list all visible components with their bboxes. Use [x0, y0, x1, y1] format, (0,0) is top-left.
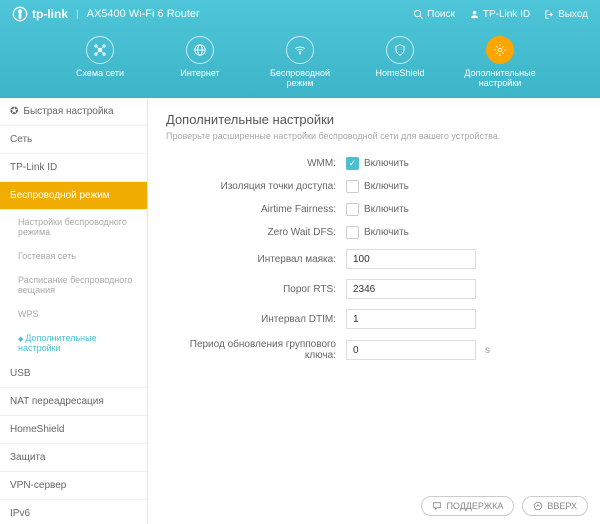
brand-logo: tp-link [12, 6, 68, 22]
nav-homeshield[interactable]: HomeShield [364, 36, 436, 88]
support-button[interactable]: ПОДДЕРЖКА [421, 496, 514, 516]
nav-internet[interactable]: Интернет [164, 36, 236, 88]
sidebar-ipv6[interactable]: IPv6 [0, 500, 147, 524]
nav-label: Схема сети [76, 68, 124, 78]
wifi-icon [286, 36, 314, 64]
sidebar-vpn[interactable]: VPN-сервер [0, 472, 147, 500]
tplink-logo-icon [12, 6, 28, 22]
tplink-id-label: TP-Link ID [483, 9, 530, 20]
group-key-input[interactable] [346, 340, 476, 360]
sidebar-additional-settings[interactable]: Дополнительные настройки [0, 326, 147, 360]
sidebar-nat[interactable]: NAT переадресация [0, 388, 147, 416]
dtim-interval-label: Интервал DTIM: [166, 314, 346, 325]
tplink-id-link[interactable]: TP-Link ID [469, 9, 530, 20]
shield-icon [386, 36, 414, 64]
user-icon [469, 9, 480, 20]
zero-wait-dfs-checkbox[interactable] [346, 226, 359, 239]
nav-wireless[interactable]: Беспроводной режим [264, 36, 336, 88]
search-icon [413, 9, 424, 20]
rts-threshold-input[interactable] [346, 279, 476, 299]
zero-wait-dfs-label: Zero Wait DFS: [166, 227, 346, 238]
logout-icon [544, 9, 555, 20]
enable-label: Включить [364, 227, 409, 238]
logout-link[interactable]: Выход [544, 9, 588, 20]
beacon-interval-input[interactable] [346, 249, 476, 269]
sidebar-tplink-id[interactable]: TP-Link ID [0, 154, 147, 182]
globe-icon [186, 36, 214, 64]
nav-advanced[interactable]: Дополнительные настройки [464, 36, 536, 88]
sidebar-security[interactable]: Защита [0, 444, 147, 472]
main-content: Дополнительные настройки Проверьте расши… [148, 98, 600, 524]
logout-label: Выход [558, 9, 588, 20]
nav-label: Дополнительные настройки [464, 68, 536, 88]
sidebar-guest-network[interactable]: Гостевая сеть [0, 244, 147, 268]
wmm-checkbox[interactable] [346, 157, 359, 170]
top-button[interactable]: ВВЕРХ [522, 496, 588, 516]
sidebar-quick-setup[interactable]: ✪Быстрая настройка [0, 98, 147, 126]
sidebar-wireless[interactable]: Беспроводной режим [0, 182, 147, 210]
sidebar-wireless-settings[interactable]: Настройки беспроводного режима [0, 210, 147, 244]
sidebar-wireless-schedule[interactable]: Расписание беспроводного вещания [0, 268, 147, 302]
divider: | [76, 9, 79, 20]
gear-icon [486, 36, 514, 64]
top-label: ВВЕРХ [547, 501, 577, 511]
sidebar-usb[interactable]: USB [0, 360, 147, 388]
airtime-fairness-label: Airtime Fairness: [166, 204, 346, 215]
rts-threshold-label: Порог RTS: [166, 284, 346, 295]
model-name: AX5400 Wi-Fi 6 Router [87, 8, 200, 20]
brand-name: tp-link [32, 7, 68, 21]
dtim-interval-input[interactable] [346, 309, 476, 329]
sidebar-network[interactable]: Сеть [0, 126, 147, 154]
ap-isolation-label: Изоляция точки доступа: [166, 181, 346, 192]
airtime-fairness-checkbox[interactable] [346, 203, 359, 216]
enable-label: Включить [364, 181, 409, 192]
nav-network-map[interactable]: Схема сети [64, 36, 136, 88]
search-link[interactable]: Поиск [413, 9, 455, 20]
seconds-unit: s [485, 345, 490, 356]
enable-label: Включить [364, 158, 409, 169]
page-description: Проверьте расширенные настройки беспрово… [166, 131, 582, 141]
nav-label: HomeShield [375, 68, 424, 78]
group-key-label: Период обновления группового ключа: [166, 339, 346, 361]
page-title: Дополнительные настройки [166, 112, 582, 127]
arrow-up-icon [533, 501, 543, 511]
sidebar-wps[interactable]: WPS [0, 302, 147, 326]
nav-label: Интернет [180, 68, 219, 78]
enable-label: Включить [364, 204, 409, 215]
chat-icon [432, 501, 442, 511]
wmm-label: WMM: [166, 158, 346, 169]
beacon-interval-label: Интервал маяка: [166, 254, 346, 265]
nav-label: Беспроводной режим [264, 68, 336, 88]
sidebar-homeshield[interactable]: HomeShield [0, 416, 147, 444]
ap-isolation-checkbox[interactable] [346, 180, 359, 193]
sidebar: ✪Быстрая настройка Сеть TP-Link ID Беспр… [0, 98, 148, 524]
network-map-icon [86, 36, 114, 64]
support-label: ПОДДЕРЖКА [446, 501, 503, 511]
search-label: Поиск [427, 9, 455, 20]
